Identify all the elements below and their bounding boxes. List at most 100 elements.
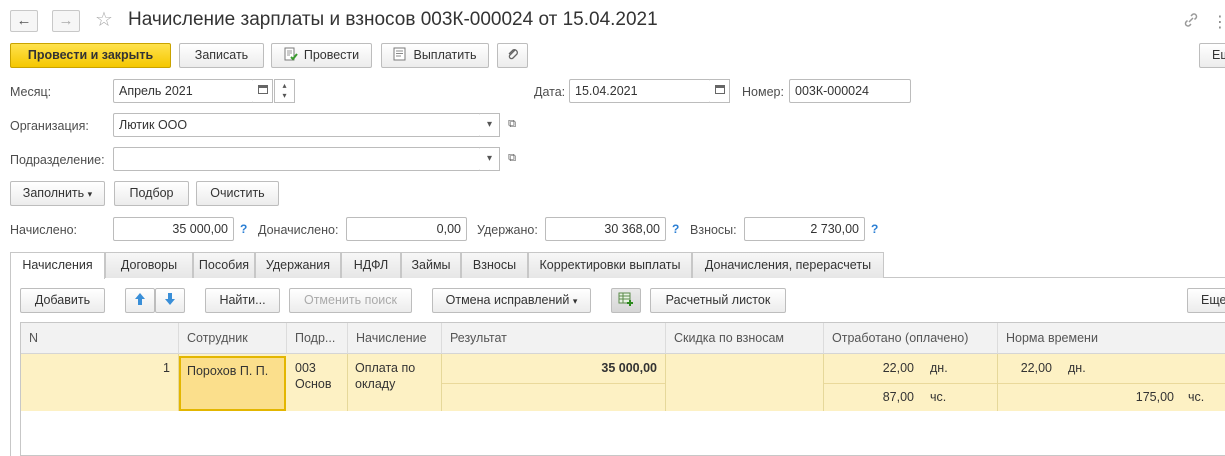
cancel-search-label: Отменить поиск	[303, 293, 397, 307]
tab-contributions[interactable]: Взносы	[461, 252, 528, 278]
move-down-button[interactable]	[155, 288, 185, 313]
department-name: Основ	[295, 377, 332, 391]
date-field[interactable]: 15.04.2021	[569, 79, 711, 103]
column-header-n[interactable]: N	[21, 323, 179, 354]
withheld-help-icon[interactable]: ?	[672, 222, 679, 236]
tab-payment-corrections[interactable]: Корректировки выплаты	[528, 252, 692, 278]
more-menu-icon[interactable]: ⋮	[1212, 12, 1225, 32]
column-header-worked[interactable]: Отработано (оплачено)	[824, 323, 998, 354]
add-row-label: Добавить	[34, 293, 91, 307]
column-header-result[interactable]: Результат	[442, 323, 666, 354]
clear-button[interactable]: Очистить	[196, 181, 279, 206]
table-settings-button[interactable]	[611, 288, 641, 313]
cell-norm-hours[interactable]: 175,00	[998, 383, 1182, 411]
post-and-close-label: Провести и закрыть	[27, 48, 154, 62]
calendar-icon	[714, 85, 725, 94]
withheld-field: 30 368,00	[545, 217, 666, 241]
column-header-contrib-discount[interactable]: Скидка по взносам	[666, 323, 824, 354]
cell-n[interactable]: 1	[21, 354, 179, 411]
tab-recalculations[interactable]: Доначисления, перерасчеты	[692, 252, 884, 278]
save-button[interactable]: Записать	[179, 43, 264, 68]
department-dropdown-button[interactable]: ▾	[480, 147, 500, 171]
column-header-employee[interactable]: Сотрудник	[179, 323, 287, 354]
tab-ndfl[interactable]: НДФЛ	[341, 252, 401, 278]
accrued-field: 35 000,00	[113, 217, 234, 241]
calendar-button[interactable]	[253, 79, 273, 103]
organization-label: Организация:	[10, 119, 89, 133]
number-field[interactable]: 003К-000024	[789, 79, 911, 103]
department-code: 003	[295, 361, 316, 375]
attach-button[interactable]	[497, 43, 528, 68]
post-label: Провести	[303, 48, 360, 62]
move-up-button[interactable]	[125, 288, 155, 313]
arrow-up-icon	[135, 293, 145, 305]
post-document-icon	[284, 46, 298, 61]
month-field[interactable]: Апрель 2021	[113, 79, 254, 103]
cell-worked-hours[interactable]: 87,00	[824, 383, 922, 411]
clear-label: Очистить	[210, 186, 265, 200]
contributions-field: 2 730,00	[744, 217, 865, 241]
forward-button[interactable]: →	[52, 10, 80, 32]
more-actions-button[interactable]: Еш	[1199, 43, 1225, 68]
tab-contracts[interactable]: Договоры	[105, 252, 193, 278]
more-actions-label: Еш	[1212, 48, 1225, 62]
contributions-help-icon[interactable]: ?	[871, 222, 878, 236]
organization-field[interactable]: Лютик ООО	[113, 113, 481, 137]
month-stepper[interactable]: ▴ ▾	[274, 79, 295, 103]
pay-document-icon	[393, 46, 407, 61]
save-label: Записать	[194, 48, 249, 62]
select-label: Подбор	[129, 186, 174, 200]
accrued-label: Начислено:	[10, 223, 78, 237]
open-organization-icon[interactable]: ⧉	[503, 116, 521, 134]
arrow-right-icon: →	[58, 12, 74, 29]
cell-norm-days[interactable]: 22,00	[998, 354, 1060, 383]
tab-benefits[interactable]: Пособия	[193, 252, 255, 278]
tab-loans[interactable]: Займы	[401, 252, 461, 278]
cell-contrib-discount[interactable]	[666, 354, 824, 411]
organization-dropdown-button[interactable]: ▾	[480, 113, 500, 137]
cell-worked-days[interactable]: 22,00	[824, 354, 922, 383]
column-header-time-norm[interactable]: Норма времени	[998, 323, 1225, 354]
cell-result[interactable]: 35 000,00	[442, 354, 666, 383]
tab-accruals[interactable]: Начисления	[10, 252, 105, 279]
cell-result-extra[interactable]	[442, 383, 666, 411]
cancel-search-button[interactable]: Отменить поиск	[289, 288, 412, 313]
payslip-button[interactable]: Расчетный листок	[650, 288, 786, 313]
withheld-label: Удержано:	[477, 223, 538, 237]
date-calendar-button[interactable]	[710, 79, 730, 103]
chevron-down-icon: ▾	[486, 119, 493, 130]
column-header-accrual[interactable]: Начисление	[348, 323, 442, 354]
column-header-department[interactable]: Подр...	[287, 323, 348, 354]
tab-deductions[interactable]: Удержания	[255, 252, 341, 278]
favorite-star-icon[interactable]: ☆	[95, 7, 113, 32]
extra-accrued-field: 0,00	[346, 217, 467, 241]
accruals-table: N Сотрудник Подр... Начисление Результат…	[20, 322, 1225, 456]
post-button[interactable]: Провести	[271, 43, 372, 68]
fill-button[interactable]: Заполнить ▾	[10, 181, 105, 206]
department-field[interactable]	[113, 147, 481, 171]
grid-more-label: Еще	[1201, 293, 1225, 307]
accrued-help-icon[interactable]: ?	[240, 222, 247, 236]
back-button[interactable]: ←	[10, 10, 38, 32]
open-department-icon[interactable]: ⧉	[503, 150, 521, 168]
cancel-fixes-button[interactable]: Отмена исправлений ▾	[432, 288, 591, 313]
cell-accrual[interactable]: Оплата по окладу	[348, 354, 442, 411]
find-button[interactable]: Найти...	[205, 288, 280, 313]
extra-accrued-label: Доначислено:	[258, 223, 339, 237]
cell-employee[interactable]: Порохов П. П.	[179, 356, 286, 411]
cell-worked-days-unit: дн.	[922, 354, 998, 383]
arrow-left-icon: ←	[16, 12, 32, 29]
select-button[interactable]: Подбор	[114, 181, 189, 206]
link-icon[interactable]	[1183, 12, 1199, 31]
number-label: Номер:	[742, 85, 784, 99]
post-and-close-button[interactable]: Провести и закрыть	[10, 43, 171, 68]
contributions-label: Взносы:	[690, 223, 737, 237]
pay-button[interactable]: Выплатить	[381, 43, 489, 68]
add-row-button[interactable]: Добавить	[20, 288, 105, 313]
department-label: Подразделение:	[10, 153, 105, 167]
fill-label: Заполнить	[22, 186, 85, 200]
chevron-down-icon: ▾	[486, 153, 493, 164]
grid-more-button[interactable]: Еще	[1187, 288, 1225, 313]
cell-norm-hours-unit: чс.	[1188, 390, 1205, 404]
cell-department[interactable]: 003 Основ	[287, 354, 348, 411]
